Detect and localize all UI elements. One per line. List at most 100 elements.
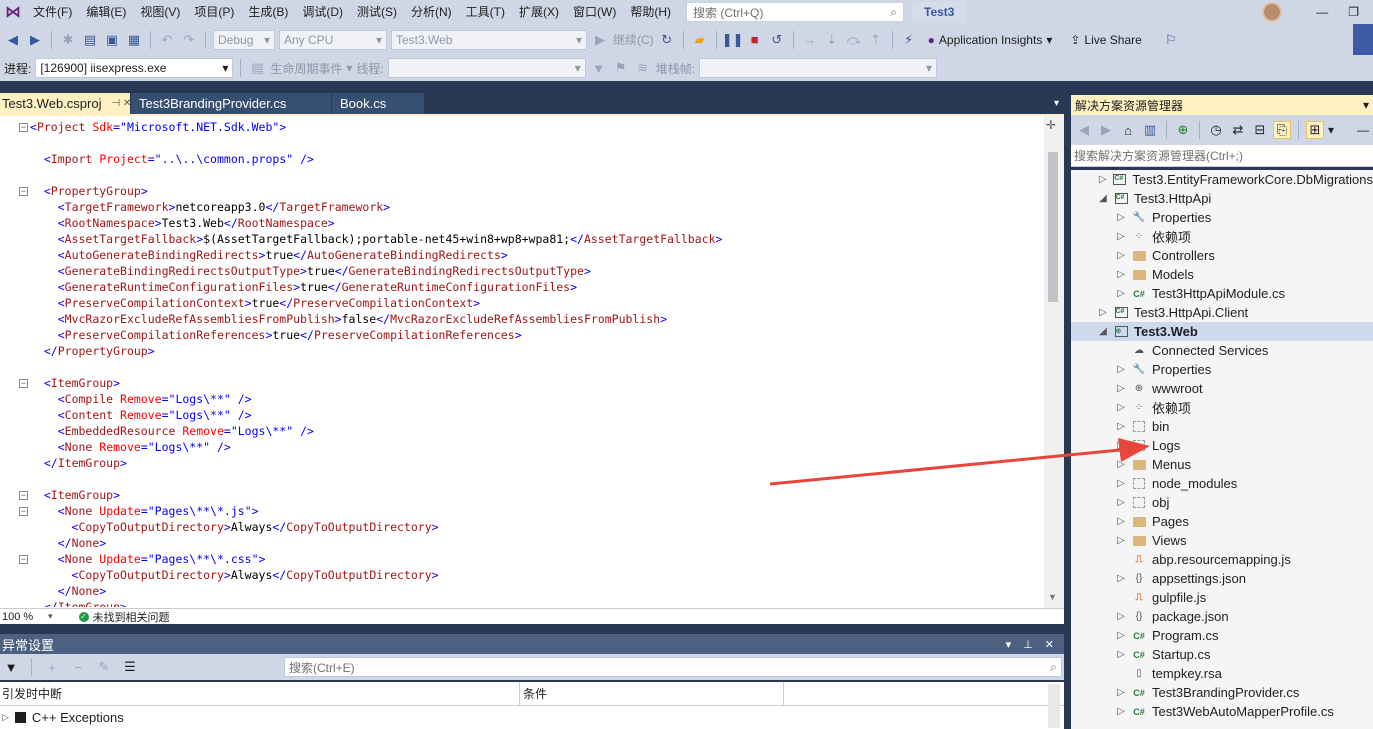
fold-toggle[interactable]: − xyxy=(19,491,28,500)
switch-views-icon[interactable]: ▥ xyxy=(1141,121,1159,139)
expand-toggle-icon[interactable]: ▷ xyxy=(1116,402,1126,413)
process-select[interactable]: [126900] iisexpress.exe ▾ xyxy=(35,58,234,78)
code-text[interactable]: <Project Sdk="Microsoft.NET.Sdk.Web"> <I… xyxy=(30,119,1042,607)
tree-node[interactable]: ▷ ⁘ 依赖项 xyxy=(1071,227,1373,246)
menu-item[interactable]: 帮助(H) xyxy=(623,0,678,24)
refresh-icon[interactable]: ↻ xyxy=(658,31,676,49)
tree-node[interactable]: ☁ Connected Services xyxy=(1071,341,1373,360)
expand-toggle-icon[interactable]: ▷ xyxy=(1116,687,1126,698)
pin-icon[interactable]: ⊥ xyxy=(1023,638,1033,651)
filter-icon[interactable]: ▼ xyxy=(2,658,20,676)
expand-toggle-icon[interactable]: ▷ xyxy=(1116,478,1126,489)
panel-menu-icon[interactable]: ▾ xyxy=(1363,98,1369,112)
minimize-icon[interactable]: — xyxy=(1316,5,1328,19)
scrollbar-thumb[interactable] xyxy=(1048,152,1058,302)
expand-toggle-icon[interactable]: ▷ xyxy=(1116,269,1126,280)
expand-toggle-icon[interactable]: ▷ xyxy=(1116,497,1126,508)
expand-toggle-icon[interactable]: ▷ xyxy=(1116,421,1126,432)
remove-icon[interactable]: − xyxy=(69,658,87,676)
expand-toggle-icon[interactable]: ▷ xyxy=(1116,364,1126,375)
properties-icon[interactable]: — xyxy=(1357,123,1373,137)
history-icon[interactable]: ◷ xyxy=(1207,121,1225,139)
step-out-icon[interactable]: ⇡ xyxy=(867,31,885,49)
forward-icon[interactable]: ▶ xyxy=(26,31,44,49)
expand-toggle-icon[interactable]: ▷ xyxy=(1116,212,1126,223)
global-search-input[interactable]: 搜索 (Ctrl+Q) ⌕ xyxy=(686,2,904,22)
tree-node[interactable]: ▷ Views xyxy=(1071,531,1373,550)
tree-node[interactable]: ▷ obj xyxy=(1071,493,1373,512)
issues-indicator[interactable]: ✓ 未找到相关问题 xyxy=(78,609,170,625)
tree-node[interactable]: ▷ Logs xyxy=(1071,436,1373,455)
application-insights-button[interactable]: ● Application Insights ▾ xyxy=(928,33,1053,47)
home-icon[interactable]: ⌂ xyxy=(1119,121,1137,139)
exception-search-input[interactable]: 搜索(Ctrl+E) ⌕ xyxy=(284,657,1062,677)
code-editor[interactable]: − − − − − − <Project Sdk="Microsoft.NET.Sdk.W… xyxy=(0,114,1064,608)
menu-item[interactable]: 生成(B) xyxy=(241,0,295,24)
tree-node[interactable]: ▷ C# Test3BrandingProvider.cs xyxy=(1071,683,1373,702)
expand-toggle-icon[interactable]: ▷ xyxy=(1116,516,1126,527)
expand-toggle-icon[interactable]: ▷ xyxy=(1116,288,1126,299)
add-icon[interactable]: + xyxy=(43,658,61,676)
menu-item[interactable]: 视图(V) xyxy=(133,0,187,24)
tree-node[interactable]: ⎍ gulpfile.js xyxy=(1071,588,1373,607)
configuration-select[interactable]: Debug ▾ xyxy=(213,29,275,50)
fold-toggle[interactable]: − xyxy=(19,379,28,388)
lifecycle-events-button[interactable]: 生命周期事件 xyxy=(270,60,342,77)
menu-item[interactable]: 编辑(E) xyxy=(79,0,133,24)
tree-node[interactable]: ◢ C# Test3.HttpApi xyxy=(1071,189,1373,208)
open-file-icon[interactable]: ▤ xyxy=(81,31,99,49)
expand-toggle-icon[interactable]: ▷ xyxy=(1116,440,1126,451)
zoom-dropdown-icon[interactable]: ▾ xyxy=(48,611,53,622)
tree-node[interactable]: ▷ C# Startup.cs xyxy=(1071,645,1373,664)
tree-node[interactable]: ▷ {} appsettings.json xyxy=(1071,569,1373,588)
tree-node[interactable]: ▷ 🔧 Properties xyxy=(1071,208,1373,227)
expand-icon[interactable]: ▷ xyxy=(2,712,9,723)
tree-node[interactable]: ▷ C# Test3.HttpApi.Client xyxy=(1071,303,1373,322)
menu-item[interactable]: 测试(S) xyxy=(350,0,404,24)
flag-icon[interactable]: ⚑ xyxy=(612,59,630,77)
tree-node[interactable]: ▷ Models xyxy=(1071,265,1373,284)
stackframe-select[interactable]: ▾ xyxy=(699,58,938,78)
hot-reload-icon[interactable]: ⚡ xyxy=(900,31,918,49)
expand-toggle-icon[interactable]: ▷ xyxy=(1098,174,1107,185)
list-icon[interactable]: ☰ xyxy=(121,658,139,676)
zoom-level[interactable]: 100 % xyxy=(0,611,48,623)
menu-item[interactable]: 项目(P) xyxy=(187,0,241,24)
pin-close-icon[interactable]: ⊣ ✕ xyxy=(111,93,131,114)
expand-toggle-icon[interactable]: ▷ xyxy=(1116,706,1126,717)
restart-icon[interactable]: ↺ xyxy=(768,31,786,49)
menu-item[interactable]: 扩展(X) xyxy=(512,0,566,24)
sync-icon[interactable]: ⇄ xyxy=(1229,121,1247,139)
tree-node[interactable]: ▷ ⊕ wwwroot xyxy=(1071,379,1373,398)
pause-icon[interactable]: ❚❚ xyxy=(722,31,744,49)
back-icon[interactable]: ◀ xyxy=(4,31,22,49)
fold-toggle[interactable]: − xyxy=(19,187,28,196)
continue-button[interactable]: 继续(C) xyxy=(613,31,654,48)
feedback-icon[interactable]: ⚐ xyxy=(1162,31,1180,49)
threads-icon[interactable]: ≋ xyxy=(634,59,652,77)
solution-explorer-search-input[interactable]: 搜索解决方案资源管理器(Ctrl+;) xyxy=(1071,145,1373,167)
editor-vertical-scrollbar[interactable]: ✛ ▼ xyxy=(1044,116,1064,608)
new-project-icon[interactable]: ✱ xyxy=(59,31,77,49)
tree-node[interactable]: ▷ node_modules xyxy=(1071,474,1373,493)
step-into-icon[interactable]: ⇣ xyxy=(823,31,841,49)
menu-item[interactable]: 工具(T) xyxy=(459,0,512,24)
expand-toggle-icon[interactable]: ▷ xyxy=(1116,573,1126,584)
forward-icon[interactable]: ▶ xyxy=(1097,121,1115,139)
edit-condition-icon[interactable]: ✎ xyxy=(95,658,113,676)
stop-icon[interactable]: ■ xyxy=(746,31,764,49)
show-next-statement-icon[interactable]: → xyxy=(801,31,819,49)
browser-link-icon[interactable]: ▰ xyxy=(691,31,709,49)
expand-toggle-icon[interactable]: ▷ xyxy=(1116,630,1126,641)
back-icon[interactable]: ◀ xyxy=(1075,121,1093,139)
avatar[interactable] xyxy=(1262,2,1283,22)
tree-node[interactable]: ▷ C# Test3.EntityFrameworkCore.DbMigration… xyxy=(1071,170,1373,189)
platform-select[interactable]: Any CPU ▾ xyxy=(279,29,387,50)
thread-select[interactable]: ▾ xyxy=(387,58,586,78)
tree-node[interactable]: ▷ Pages xyxy=(1071,512,1373,531)
fold-toggle[interactable]: − xyxy=(19,507,28,516)
tree-node[interactable]: ▷ ⁘ 依赖项 xyxy=(1071,398,1373,417)
panel-menu-icon[interactable]: ▾ xyxy=(1006,638,1012,651)
expand-toggle-icon[interactable]: ▷ xyxy=(1116,535,1126,546)
save-icon[interactable]: ▣ xyxy=(103,31,121,49)
